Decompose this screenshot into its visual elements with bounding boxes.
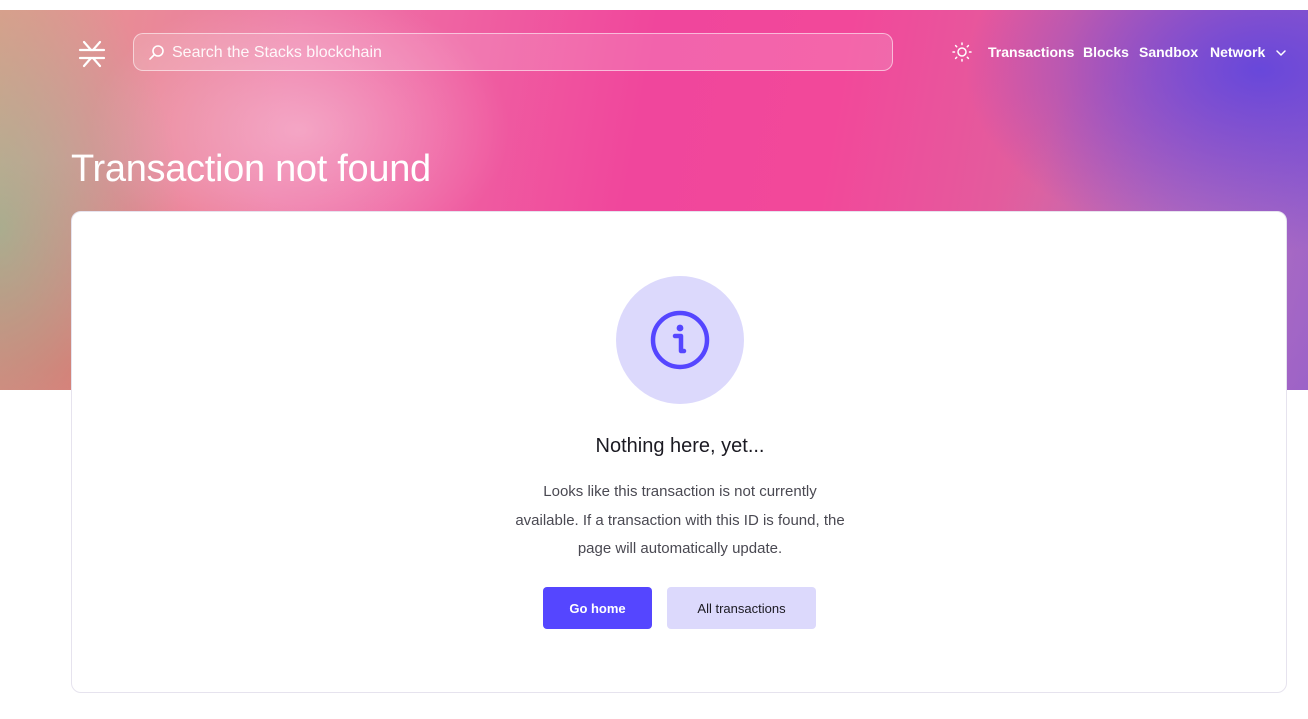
info-icon (649, 309, 711, 371)
search-icon (148, 44, 166, 62)
empty-state-card: Nothing here, yet... Looks like this tra… (71, 211, 1287, 693)
go-home-button[interactable]: Go home (543, 587, 652, 629)
stacks-logo-icon[interactable] (76, 38, 108, 70)
empty-state-heading: Nothing here, yet... (595, 435, 765, 457)
empty-state-body: Looks like this transaction is not curre… (515, 483, 845, 557)
info-badge (616, 276, 744, 404)
nav-blocks[interactable]: Blocks (1083, 44, 1129, 60)
sun-icon[interactable] (952, 42, 972, 62)
top-strip (0, 0, 1308, 10)
nav-network[interactable]: Network (1210, 44, 1265, 60)
chevron-down-icon[interactable] (1275, 46, 1287, 58)
page-title: Transaction not found (71, 148, 431, 190)
search-placeholder: Search the Stacks blockchain (172, 44, 382, 61)
all-transactions-button[interactable]: All transactions (667, 587, 816, 629)
nav-transactions[interactable]: Transactions (988, 44, 1074, 60)
search-input[interactable]: Search the Stacks blockchain (133, 33, 893, 71)
nav-sandbox[interactable]: Sandbox (1139, 44, 1198, 60)
